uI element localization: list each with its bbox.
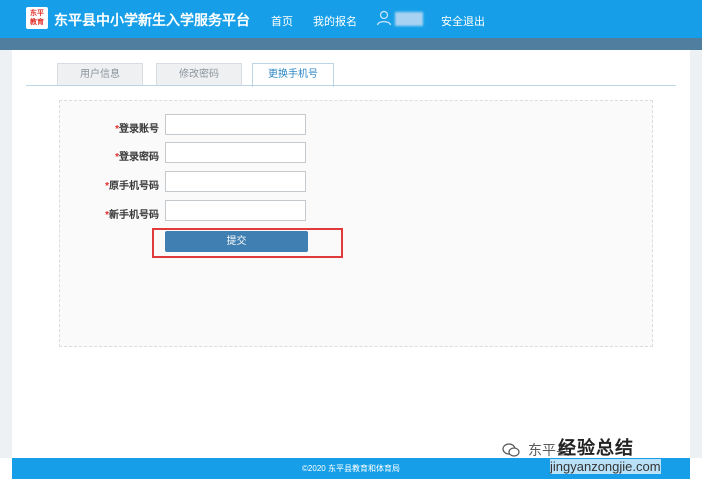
login-account-input[interactable]	[165, 114, 306, 135]
username-obscured	[395, 12, 423, 26]
tab-change-phone[interactable]: 更换手机号	[252, 63, 334, 87]
subheader-bar	[0, 38, 702, 50]
nav-home[interactable]: 首页	[271, 13, 293, 29]
wechat-icon	[502, 443, 520, 457]
tab-change-password[interactable]: 修改密码	[156, 63, 242, 86]
user-icon[interactable]	[376, 10, 392, 26]
login-password-input[interactable]	[165, 142, 306, 163]
tab-user-info[interactable]: 用户信息	[57, 63, 143, 86]
main-content: 用户信息 修改密码 更换手机号 *登录账号 *登录密码 *原手机号码 *新手机号…	[12, 50, 690, 458]
top-header: 东平 教育 东平县中小学新生入学服务平台 首页 我的报名 安全退出	[0, 0, 702, 38]
field-label-login-account: *登录账号	[115, 124, 159, 135]
site-title: 东平县中小学新生入学服务平台	[54, 12, 250, 28]
field-label-new-phone: *新手机号码	[105, 210, 159, 221]
submit-button[interactable]: 提交	[165, 231, 308, 252]
nav-logout[interactable]: 安全退出	[441, 13, 485, 29]
field-label-old-phone: *原手机号码	[105, 181, 159, 192]
old-phone-input[interactable]	[165, 171, 306, 192]
right-margin	[690, 50, 702, 458]
change-phone-form	[59, 100, 653, 347]
logo-text-line1: 东平	[30, 10, 44, 17]
watermark-brand: 经验总结	[558, 438, 634, 458]
field-label-login-password: *登录密码	[115, 152, 159, 163]
nav-my-registration[interactable]: 我的报名	[313, 13, 357, 29]
watermark-url: jingyanzongjie.com	[550, 459, 661, 474]
site-logo[interactable]: 东平 教育	[26, 7, 48, 29]
left-margin	[0, 50, 12, 458]
logo-text-line2: 教育	[30, 19, 44, 26]
new-phone-input[interactable]	[165, 200, 306, 221]
tab-divider	[26, 85, 676, 86]
